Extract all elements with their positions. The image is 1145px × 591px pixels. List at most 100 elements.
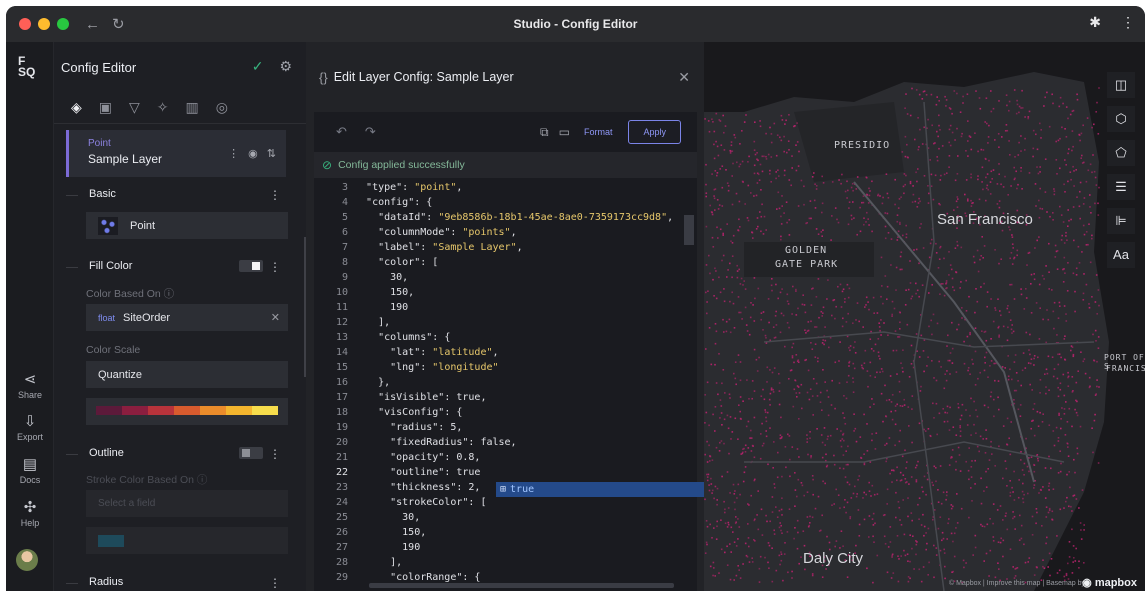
save-icon[interactable]: ▭ bbox=[559, 125, 570, 139]
labels-icon[interactable]: Aa bbox=[1107, 242, 1135, 268]
code-line[interactable]: 3 "type": "point", bbox=[314, 180, 462, 195]
code-scrollbar[interactable] bbox=[684, 215, 694, 245]
code-line[interactable]: 8 "color": [ bbox=[314, 255, 438, 270]
map-point bbox=[779, 331, 782, 334]
code-line[interactable]: 9 30, bbox=[314, 270, 408, 285]
legend-icon[interactable]: ☰ bbox=[1107, 174, 1135, 200]
map-point bbox=[1064, 434, 1067, 436]
code-horizontal-scrollbar[interactable] bbox=[369, 583, 674, 588]
layer-settings-icon[interactable]: ⇅ bbox=[267, 147, 276, 160]
radius-menu-icon[interactable]: ⋮ bbox=[269, 576, 281, 590]
copy-icon[interactable]: ⧉ bbox=[540, 125, 549, 140]
split-map-icon[interactable]: ◫ bbox=[1107, 72, 1135, 98]
info-icon[interactable]: ⓘ bbox=[164, 288, 175, 300]
map-point bbox=[1030, 312, 1033, 314]
layer-type-select[interactable]: Point bbox=[86, 212, 288, 239]
stroke-field-select[interactable]: Select a field bbox=[86, 490, 288, 517]
format-button[interactable]: Format bbox=[584, 127, 613, 137]
map-point bbox=[1028, 470, 1030, 473]
layer-card[interactable]: Point Sample Layer ⋮ ◉ ⇅ bbox=[66, 130, 286, 177]
map-point bbox=[1089, 385, 1091, 388]
map-point bbox=[779, 563, 781, 566]
color-scale-select[interactable]: Quantize bbox=[86, 361, 288, 388]
minimize-window-button[interactable] bbox=[38, 18, 50, 30]
reload-icon[interactable]: ↻ bbox=[112, 15, 125, 33]
line-text: "thickness": 2, bbox=[390, 482, 481, 493]
map-point bbox=[895, 289, 897, 291]
apply-button[interactable]: Apply bbox=[628, 120, 681, 144]
code-line[interactable]: 13 "columns": { bbox=[314, 330, 450, 345]
code-line[interactable]: 4 "config": { bbox=[314, 195, 432, 210]
map-point bbox=[937, 527, 940, 530]
code-line[interactable]: 21 "opacity": 0.8, bbox=[314, 450, 480, 465]
rail-share[interactable]: ⋖ Share bbox=[6, 370, 54, 400]
map-point bbox=[970, 487, 972, 489]
effects-tab-icon[interactable]: ✧ bbox=[157, 99, 169, 116]
code-line[interactable]: 19 "radius": 5, bbox=[314, 420, 462, 435]
avatar[interactable] bbox=[16, 549, 38, 571]
rail-help[interactable]: ✣ Help bbox=[6, 498, 54, 528]
draw-polygon-icon[interactable]: ⬠ bbox=[1107, 140, 1135, 166]
code-line[interactable]: 7 "label": "Sample Layer", bbox=[314, 240, 523, 255]
filter-tab-icon[interactable]: ▽ bbox=[129, 99, 140, 116]
visibility-eye-icon[interactable]: ◉ bbox=[248, 147, 258, 160]
code-line[interactable]: 23 "thickness": 2, bbox=[314, 480, 481, 495]
basemap-tab-icon[interactable]: ▥ bbox=[186, 99, 199, 116]
layer-order-icon[interactable]: ⊫ bbox=[1107, 208, 1135, 234]
map-point bbox=[927, 574, 929, 576]
stroke-color-swatch[interactable] bbox=[86, 527, 288, 554]
code-line[interactable]: 26 150, bbox=[314, 525, 426, 540]
color-range-picker[interactable] bbox=[86, 398, 288, 425]
map-view[interactable]: PRESIDIO GOLDEN GATE PARK PORT OF S FRAN… bbox=[704, 42, 1145, 591]
code-line[interactable]: 18 "visConfig": { bbox=[314, 405, 462, 420]
close-window-button[interactable] bbox=[19, 18, 31, 30]
map-point bbox=[706, 440, 708, 443]
code-line[interactable]: 20 "fixedRadius": false, bbox=[314, 435, 517, 450]
code-line[interactable]: 27 190 bbox=[314, 540, 420, 555]
puzzle-icon[interactable]: ✱ bbox=[1089, 14, 1101, 31]
code-area[interactable]: 3 "type": "point", 4 "config": {5 "dataId… bbox=[314, 180, 687, 585]
close-icon[interactable]: ✕ bbox=[678, 69, 690, 86]
code-line[interactable]: 28 ], bbox=[314, 555, 402, 570]
code-line[interactable]: 5 "dataId": "9eb8586b-18b1-45ae-8ae0-735… bbox=[314, 210, 673, 225]
code-line[interactable]: 14 "lat": "latitude", bbox=[314, 345, 499, 360]
map-point bbox=[862, 497, 864, 499]
code-line[interactable]: 11 190 bbox=[314, 300, 408, 315]
map-point bbox=[1018, 539, 1021, 541]
interactions-tab-icon[interactable]: ▣ bbox=[99, 99, 112, 116]
code-line[interactable]: 24 "strokeColor": [ bbox=[314, 495, 487, 510]
undo-icon[interactable]: ↶ bbox=[336, 124, 347, 140]
code-line[interactable]: 12 ], bbox=[314, 315, 390, 330]
code-line[interactable]: 25 30, bbox=[314, 510, 420, 525]
back-arrow-icon[interactable]: ← bbox=[85, 16, 100, 33]
search-tab-icon[interactable]: ◎ bbox=[216, 99, 228, 116]
outline-toggle[interactable] bbox=[239, 447, 263, 459]
map-point bbox=[817, 278, 820, 280]
map-point bbox=[844, 298, 846, 300]
code-line[interactable]: 15 "lng": "longitude" bbox=[314, 360, 499, 375]
clear-field-icon[interactable]: ✕ bbox=[271, 311, 280, 324]
code-line[interactable]: 16 }, bbox=[314, 375, 390, 390]
outline-menu-icon[interactable]: ⋮ bbox=[269, 447, 281, 461]
redo-icon[interactable]: ↷ bbox=[365, 124, 376, 140]
gear-icon[interactable]: ⚙ bbox=[279, 58, 292, 75]
fill-color-toggle[interactable] bbox=[239, 260, 263, 272]
color-field-select[interactable]: float SiteOrder ✕ bbox=[86, 304, 288, 331]
maximize-window-button[interactable] bbox=[57, 18, 69, 30]
layer-menu-icon[interactable]: ⋮ bbox=[228, 147, 239, 160]
map-point bbox=[765, 132, 767, 135]
code-line[interactable]: 17 "isVisible": true, bbox=[314, 390, 487, 405]
map-point bbox=[916, 206, 919, 208]
code-line[interactable]: 6 "columnMode": "points", bbox=[314, 225, 517, 240]
basic-menu-icon[interactable]: ⋮ bbox=[269, 188, 281, 202]
3d-icon[interactable]: ⬡ bbox=[1107, 106, 1135, 132]
map-attribution[interactable]: © Mapbox | Improve this map | Basemap by bbox=[949, 580, 1085, 587]
rail-docs[interactable]: ▤ Docs bbox=[6, 455, 54, 485]
code-line[interactable]: 10 150, bbox=[314, 285, 414, 300]
layers-tab-icon[interactable]: ◈ bbox=[71, 99, 82, 116]
code-line[interactable]: 22 "outline": true bbox=[314, 465, 480, 480]
check-circle-icon[interactable]: ✓ bbox=[252, 58, 264, 75]
kebab-icon[interactable]: ⋮ bbox=[1121, 14, 1135, 31]
rail-export[interactable]: ⇩ Export bbox=[6, 412, 54, 442]
fill-menu-icon[interactable]: ⋮ bbox=[269, 260, 281, 274]
